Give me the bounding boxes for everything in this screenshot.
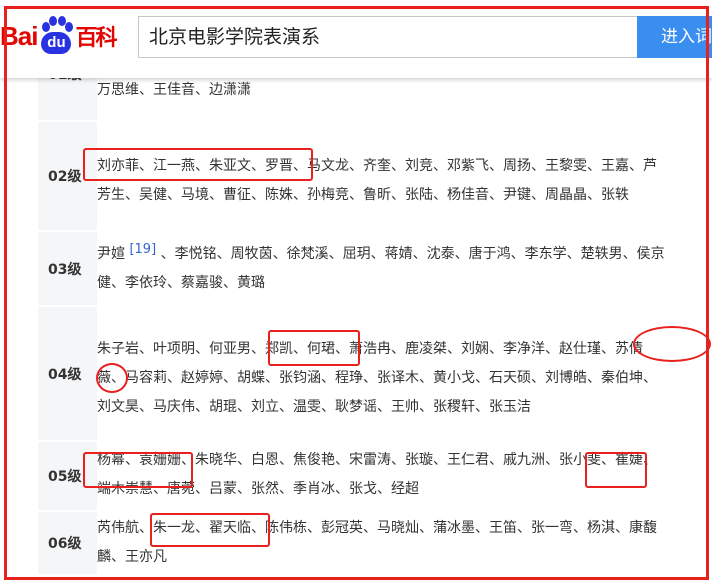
row-text: 端木崇慧、唐菀、吕蒙、张然、季肖冰、张戈、经超 <box>97 481 419 497</box>
row-text: 健、李依玲、蔡嘉骏、黄璐 <box>97 275 265 291</box>
header: Bai du 百科 北京电影学院表演系 进入词条 <box>0 0 712 78</box>
citation-link[interactable]: [19] <box>129 242 156 257</box>
row-text: 杨幂、袁姗姗、朱晓华、白恩、焦俊艳、宋雷涛、张璇、王仁君、戚九洲、张小斐、崔婕、 <box>97 452 657 468</box>
row-text: 刘亦菲、江一燕、朱亚文、罗晋、马文龙、齐奎、刘竞、邓紫飞、周扬、王黎雯、王嘉、芦 <box>97 158 657 174</box>
row-label: 03级 <box>38 232 97 305</box>
row-text: 、李悦铭、周牧茵、徐梵溪、屈玥、蒋婧、沈泰、唐于鸿、李东学、楚轶男、侯京 <box>160 246 665 262</box>
table-row: 05级 杨幂、袁姗姗、朱晓华、白恩、焦俊艳、宋雷涛、张璇、王仁君、戚九洲、张小斐… <box>38 442 700 512</box>
row-text: 朱子岩、叶项明、何亚男、郑凯、何珺、萧浩冉、鹿凌桀、刘娴、李净洋、赵仕瑾、苏倩 <box>97 341 643 357</box>
logo-bai: Bai <box>0 20 38 51</box>
enter-entry-button[interactable]: 进入词条 <box>637 16 712 58</box>
table-row: 03级 尹媗 [19] 、李悦铭、周牧茵、徐梵溪、屈玥、蒋婧、沈泰、唐于鸿、李东… <box>38 232 700 307</box>
logo-baike: 百科 <box>75 26 117 51</box>
row-label: 06级 <box>38 512 97 574</box>
row-label: 02级 <box>38 122 97 230</box>
row-label: 04级 <box>38 307 97 440</box>
table-row: 06级 芮伟航、朱一龙、翟天临、陈伟栋、彭冠英、马晓灿、蒲冰墨、王笛、张一弯、杨… <box>38 512 700 576</box>
row-label: 05级 <box>38 442 97 510</box>
paw-icon: du <box>38 16 74 56</box>
table-row: 04级 朱子岩、叶项明、何亚男、郑凯、何珺、萧浩冉、鹿凌桀、刘娴、李净洋、赵仕瑾… <box>38 307 700 442</box>
row-text: 尹媗 <box>97 246 125 262</box>
row-text: 麟、王亦凡 <box>97 549 167 565</box>
row-text: 刘文昊、马庆伟、胡琨、刘立、温雯、耿梦谣、王帅、张稷轩、张玉洁 <box>97 399 531 415</box>
row-text: 芮伟航、朱一龙、翟天临、陈伟栋、彭冠英、马晓灿、蒲冰墨、王笛、张一弯、杨淇、康馥 <box>97 520 657 536</box>
table-row: 02级 刘亦菲、江一燕、朱亚文、罗晋、马文龙、齐奎、刘竞、邓紫飞、周扬、王黎雯、… <box>38 122 700 232</box>
class-table: 01级 万思维、王佳音、边潇潇 02级 刘亦菲、江一燕、朱亚文、罗晋、马文龙、齐… <box>38 60 700 576</box>
row-text: 万思维、王佳音、边潇潇 <box>97 82 251 98</box>
row-text: 薇、马容莉、赵婷婷、胡蝶、张钧涵、程琤、张译木、黄小戈、石天硕、刘博皓、秦伯坤、 <box>97 370 657 386</box>
search-input[interactable]: 北京电影学院表演系 <box>138 16 637 58</box>
baidu-baike-logo[interactable]: Bai du 百科 <box>0 14 117 58</box>
row-text: 芳生、吴健、马境、曹征、陈姝、孙梅竞、鲁昕、张陆、杨佳音、尹键、周晶晶、张轶 <box>97 187 629 203</box>
